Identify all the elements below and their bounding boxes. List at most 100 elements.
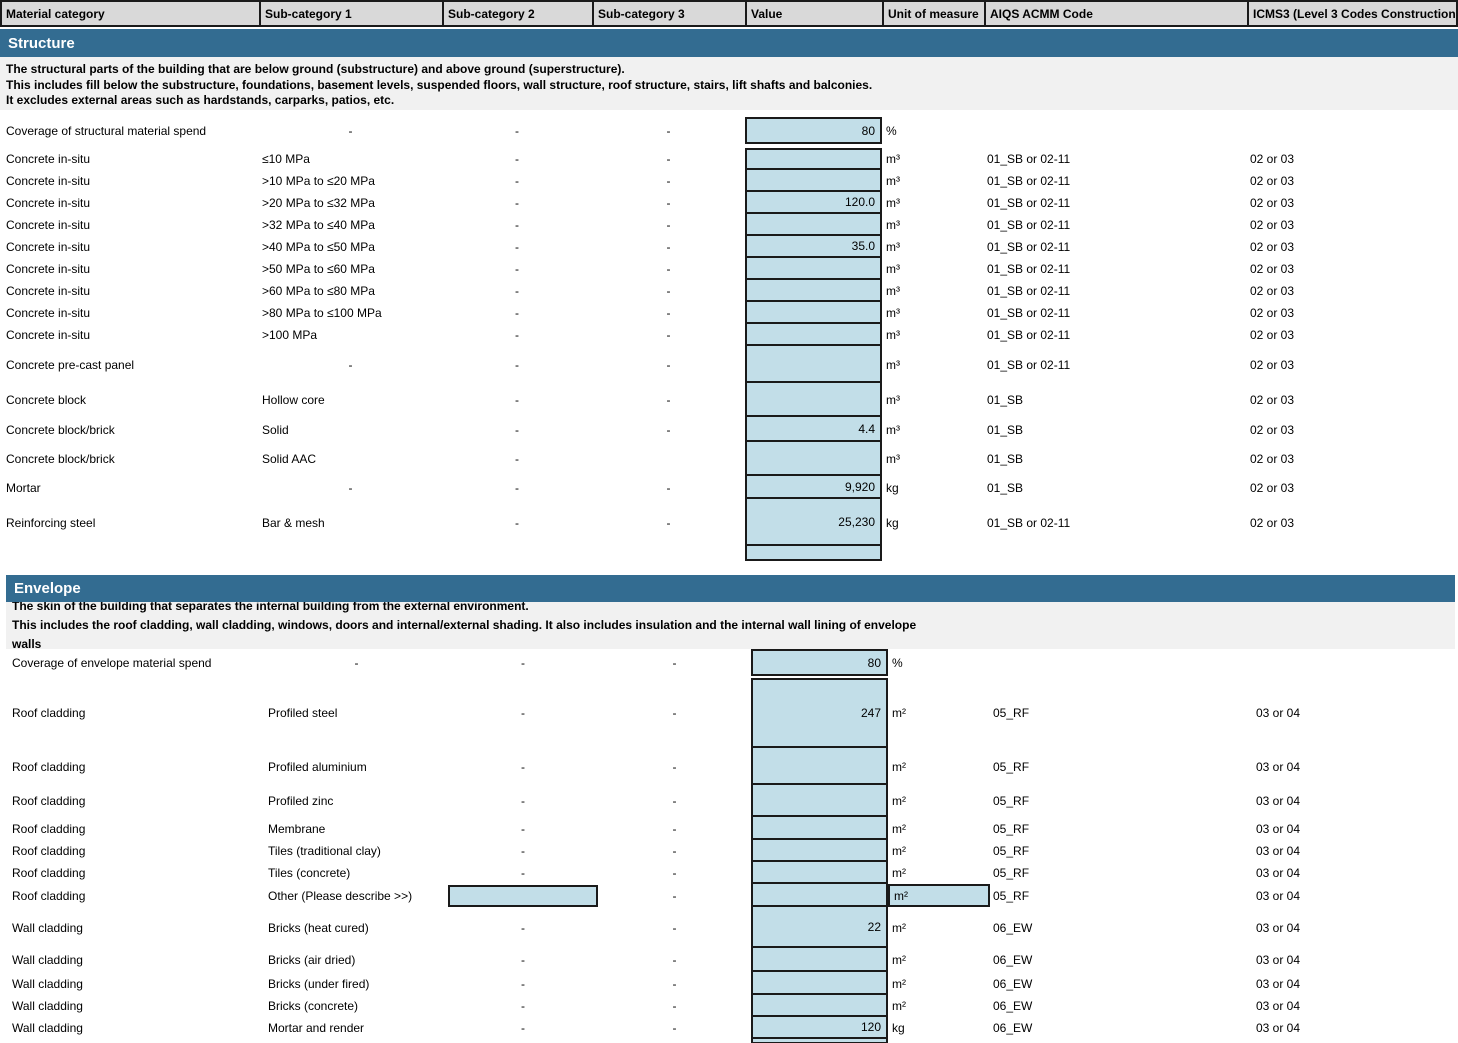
value-input-cell[interactable]: 25,230: [745, 499, 882, 546]
value-input-cell[interactable]: [745, 442, 882, 476]
material-category-cell: Concrete in-situ: [0, 148, 259, 170]
sub-category-3-cell: -: [592, 280, 745, 302]
sub-category-1-cell: -: [265, 649, 448, 676]
unit-cell: kg: [888, 1017, 990, 1039]
material-category-cell: Concrete block/brick: [0, 442, 259, 476]
column-header-aiqs-acmm-code: AIQS ACMM Code: [986, 2, 1249, 25]
value-input-cell[interactable]: [745, 258, 882, 280]
value-input-cell[interactable]: [745, 148, 882, 170]
value-input-cell[interactable]: 9,920: [745, 476, 882, 499]
icms3-code-cell: [1253, 1039, 1458, 1043]
value-input-cell[interactable]: [745, 214, 882, 236]
value-input-cell[interactable]: [745, 383, 882, 417]
value-input-cell[interactable]: [751, 948, 888, 972]
description-line: The skin of the building that separates …: [12, 602, 1455, 616]
sub-category-3-cell: -: [592, 236, 745, 258]
sub-category-2-cell: -: [442, 214, 592, 236]
value-input-cell[interactable]: 120: [751, 1017, 888, 1039]
sub-category-2-cell: -: [442, 236, 592, 258]
value-cell-wrap: 120: [751, 1017, 888, 1039]
value-input-cell[interactable]: 22: [751, 907, 888, 948]
sub-category-2-cell: -: [442, 192, 592, 214]
other-describe-input[interactable]: [448, 885, 598, 907]
sub-category-2-cell: [442, 546, 592, 561]
material-category-cell: Concrete in-situ: [0, 170, 259, 192]
value-cell-wrap: [751, 817, 888, 840]
value-input-cell[interactable]: [745, 324, 882, 346]
unit-cell: m³: [882, 280, 984, 302]
value-cell-wrap: [745, 302, 882, 324]
material-category-cell: Concrete in-situ: [0, 258, 259, 280]
value-cell-wrap: [745, 170, 882, 192]
sub-category-3-cell: -: [598, 748, 751, 785]
column-header-value: Value: [747, 2, 884, 25]
sub-category-3-cell: -: [592, 258, 745, 280]
column-header-sub-category-1: Sub-category 1: [261, 2, 444, 25]
value-input-cell[interactable]: 4.4: [745, 417, 882, 442]
icms3-code-cell: 03 or 04: [1253, 840, 1458, 862]
icms3-code-cell: 02 or 03: [1247, 324, 1458, 346]
value-input-cell[interactable]: [745, 302, 882, 324]
icms3-code-cell: 03 or 04: [1253, 1017, 1458, 1039]
material-category-cell: Coverage of structural material spend: [0, 117, 259, 144]
value-input-cell[interactable]: 120.0: [745, 192, 882, 214]
unit-other-input[interactable]: m²: [888, 884, 990, 907]
value-input-cell[interactable]: [751, 748, 888, 785]
material-category-cell: Concrete in-situ: [0, 236, 259, 258]
unit-cell: m³: [882, 324, 984, 346]
aiqs-code-cell: 05_RF: [990, 817, 1253, 840]
value-input-cell[interactable]: [751, 862, 888, 884]
value-input-cell[interactable]: [745, 546, 882, 561]
aiqs-code-cell: 01_SB or 02-11: [984, 258, 1247, 280]
value-input-cell[interactable]: 80: [745, 117, 882, 144]
table-row: Wall claddingBricks (air dried)--m²06_EW…: [6, 948, 1458, 972]
material-category-cell: Reinforcing steel: [0, 499, 259, 546]
aiqs-code-cell: 01_SB or 02-11: [984, 170, 1247, 192]
icms3-code-cell: 02 or 03: [1247, 476, 1458, 499]
table-row: Concrete in-situ>20 MPa to ≤32 MPa--120.…: [0, 192, 1458, 214]
aiqs-code-cell: [984, 546, 1247, 561]
sub-category-2-cell: -: [442, 280, 592, 302]
aiqs-code-cell: 05_RF: [990, 884, 1253, 907]
material-category-cell: Concrete block: [0, 383, 259, 417]
sub-category-2-cell: -: [442, 148, 592, 170]
sub-category-2-cell: -: [442, 442, 592, 476]
icms3-code-cell: 02 or 03: [1247, 302, 1458, 324]
table-row: Concrete block/brickSolid--4.4m³01_SB02 …: [0, 417, 1458, 442]
table-row: Concrete block/brickSolid AAC-m³01_SB02 …: [0, 442, 1458, 476]
aiqs-code-cell: 05_RF: [990, 862, 1253, 884]
icms3-code-cell: 02 or 03: [1247, 280, 1458, 302]
sub-category-2-cell: -: [448, 1017, 598, 1039]
value-input-cell[interactable]: [745, 346, 882, 383]
aiqs-code-cell: [990, 649, 1253, 676]
sub-category-1-cell: Solid AAC: [259, 442, 442, 476]
aiqs-code-cell: 05_RF: [990, 785, 1253, 817]
sub-category-2-cell: -: [448, 840, 598, 862]
unit-cell: m²: [888, 785, 990, 817]
unit-cell: m²: [888, 884, 990, 907]
value-input-cell[interactable]: [751, 995, 888, 1017]
value-input-cell[interactable]: 247: [751, 678, 888, 748]
sub-category-3-cell: -: [592, 346, 745, 383]
aiqs-code-cell: 06_EW: [990, 995, 1253, 1017]
value-input-cell[interactable]: 35.0: [745, 236, 882, 258]
icms3-code-cell: 03 or 04: [1253, 862, 1458, 884]
table-row: Concrete in-situ>10 MPa to ≤20 MPa--m³01…: [0, 170, 1458, 192]
sub-category-1-cell: Solid: [259, 417, 442, 442]
value-input-cell[interactable]: 80: [751, 649, 888, 676]
value-input-cell[interactable]: [751, 840, 888, 862]
unit-cell: m³: [882, 417, 984, 442]
value-cell-wrap: 80: [751, 649, 888, 676]
unit-cell: m³: [882, 214, 984, 236]
unit-cell: m³: [882, 148, 984, 170]
value-input-cell[interactable]: [751, 1039, 888, 1043]
value-input-cell[interactable]: [751, 884, 888, 907]
value-input-cell[interactable]: [751, 817, 888, 840]
table-row: Roof claddingOther (Please describe >>)-…: [6, 884, 1458, 907]
value-cell-wrap: 35.0: [745, 236, 882, 258]
value-input-cell[interactable]: [745, 170, 882, 192]
value-input-cell[interactable]: [745, 280, 882, 302]
sub-category-2-cell: -: [448, 907, 598, 948]
value-input-cell[interactable]: [751, 972, 888, 995]
value-input-cell[interactable]: [751, 785, 888, 817]
